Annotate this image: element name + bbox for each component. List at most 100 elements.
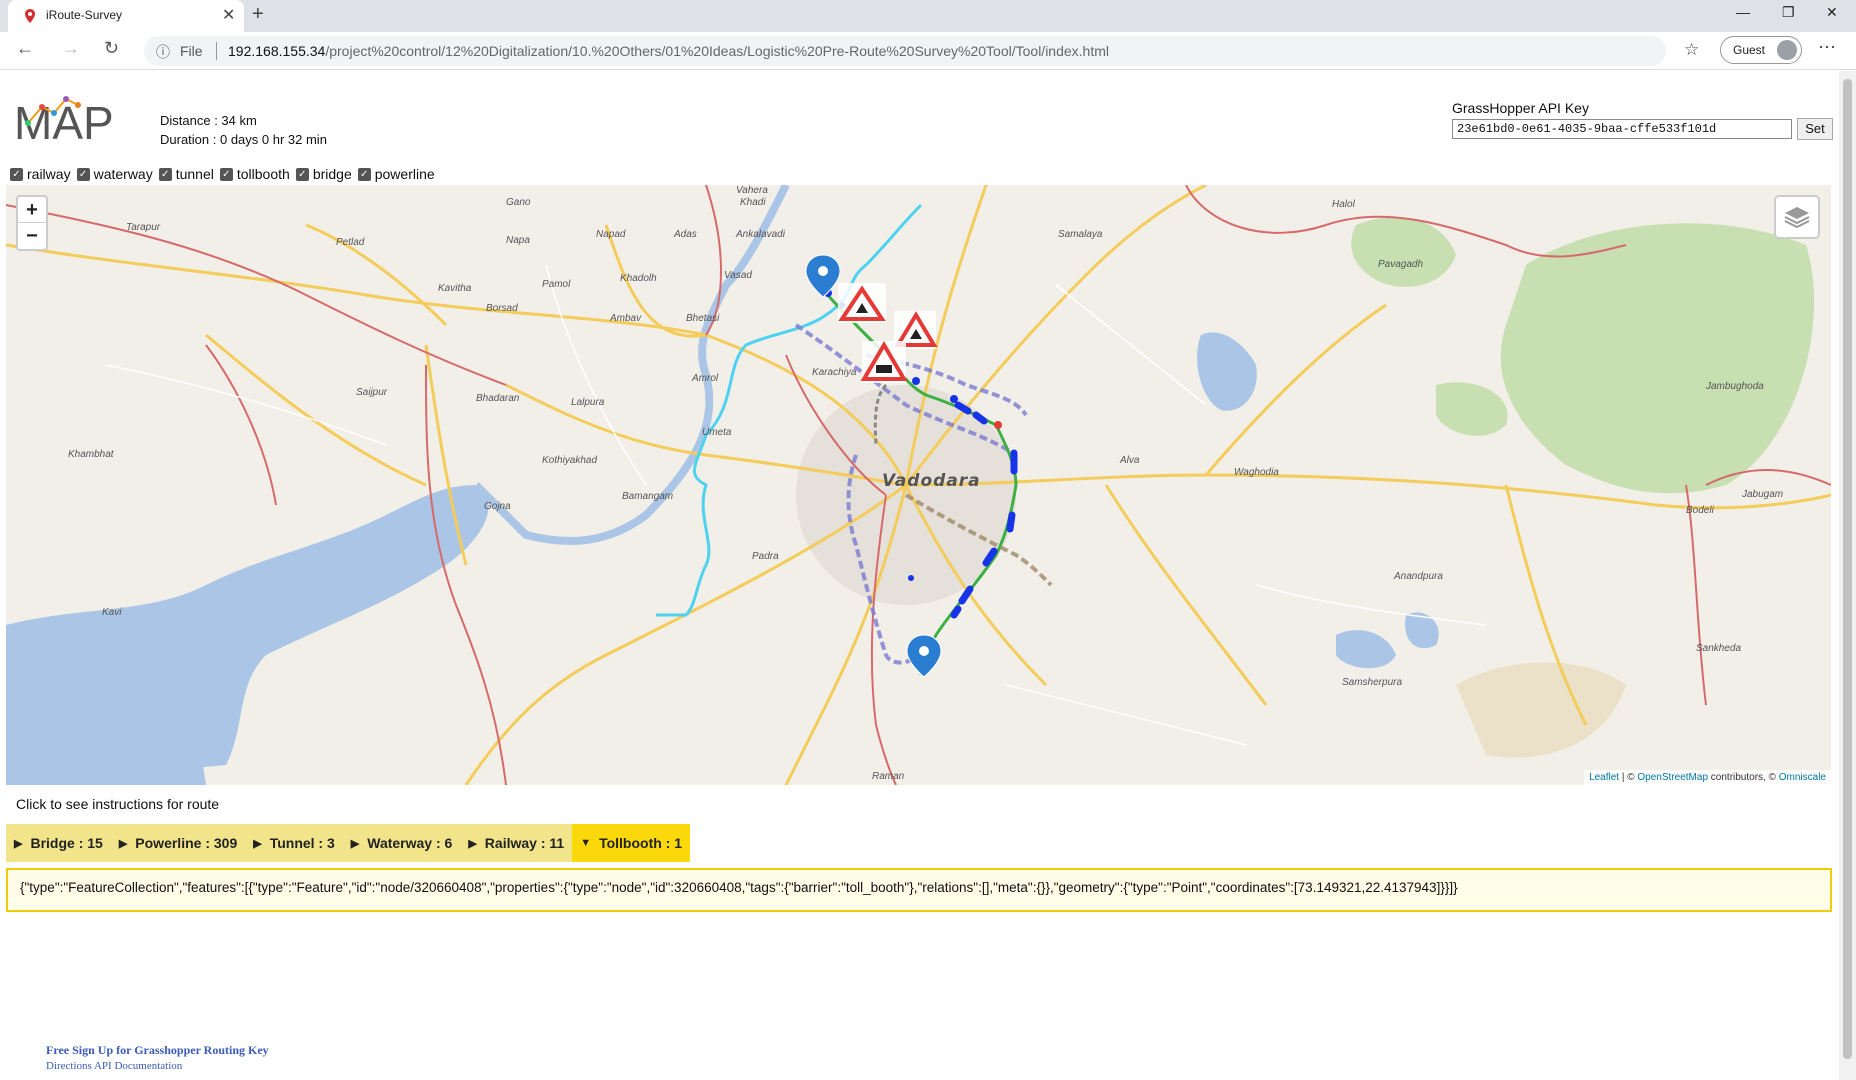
- layer-bridge[interactable]: ✓ bridge: [295, 166, 352, 182]
- url-path: /project%20control/12%20Digitalization/1…: [325, 43, 1109, 59]
- checkbox-checked-icon[interactable]: ✓: [357, 167, 371, 181]
- reload-icon[interactable]: ↻: [104, 38, 119, 59]
- attribution-sep: | ©: [1619, 772, 1638, 783]
- tab-railway[interactable]: ▶ Railway : 11: [460, 824, 572, 862]
- map-attribution: Leaflet | © OpenStreetMap contributors, …: [1584, 770, 1831, 785]
- map-pin-favicon-icon: [25, 9, 35, 23]
- place-label: Khadolh: [620, 273, 657, 284]
- place-label: Samalaya: [1058, 229, 1103, 240]
- tab-label: Railway : 11: [484, 835, 565, 851]
- signup-link[interactable]: Free Sign Up for Grasshopper Routing Key: [46, 1043, 269, 1058]
- bookmark-star-icon[interactable]: ☆: [1684, 40, 1699, 60]
- tab-powerline[interactable]: ▶ Powerline : 309: [111, 824, 245, 862]
- place-label: Khadi: [740, 197, 766, 208]
- tab-waterway[interactable]: ▶ Waterway : 6: [343, 824, 461, 862]
- close-tab-icon[interactable]: ✕: [222, 5, 235, 25]
- omnibox-divider: [216, 42, 217, 60]
- close-window-icon[interactable]: ✕: [1826, 4, 1838, 21]
- tab-tollbooth[interactable]: ▼ Tollbooth : 1: [572, 824, 691, 862]
- info-icon[interactable]: ⓘ: [156, 42, 170, 62]
- checkbox-checked-icon[interactable]: ✓: [219, 167, 233, 181]
- layer-tollbooth[interactable]: ✓ tollbooth: [219, 166, 290, 182]
- checkbox-checked-icon[interactable]: ✓: [158, 167, 172, 181]
- route-stats: Distance : 34 km Duration : 0 days 0 hr …: [160, 111, 327, 149]
- place-label: Vasad: [724, 270, 752, 281]
- duration-text: Duration : 0 days 0 hr 32 min: [160, 132, 327, 147]
- scheme-label: File: [180, 43, 203, 59]
- new-tab-icon[interactable]: +: [252, 3, 264, 26]
- omniscale-link[interactable]: Omniscale: [1779, 772, 1826, 783]
- place-label: Karachiya: [812, 367, 857, 378]
- back-icon[interactable]: ←: [16, 38, 34, 59]
- tab-label: Tunnel : 3: [269, 835, 335, 851]
- zoom-out-button[interactable]: −: [18, 223, 46, 249]
- place-label: Jambughoda: [1705, 381, 1764, 392]
- restore-icon[interactable]: ❐: [1782, 4, 1795, 21]
- checkbox-checked-icon[interactable]: ✓: [76, 167, 90, 181]
- menu-icon[interactable]: ⋯: [1818, 37, 1836, 58]
- city-label: Vadodara: [882, 471, 981, 491]
- api-key-label: GrassHopper API Key: [1452, 100, 1589, 116]
- osm-link[interactable]: OpenStreetMap: [1637, 772, 1708, 783]
- place-label: Sankheda: [1696, 643, 1741, 654]
- set-api-key-button[interactable]: Set: [1797, 118, 1833, 140]
- address-bar[interactable]: ⓘ File 192.168.155.34/project%20control/…: [144, 36, 1666, 66]
- place-label: Tarapur: [126, 222, 161, 233]
- place-label: Napa: [506, 235, 530, 246]
- browser-tab[interactable]: iRoute-Survey ✕: [8, 0, 244, 32]
- tab-label: Bridge : 15: [30, 835, 103, 851]
- tab-bridge[interactable]: ▶ Bridge : 15: [6, 824, 111, 862]
- place-label: Kothiyakhad: [542, 455, 597, 466]
- layer-label: powerline: [374, 166, 435, 182]
- browser-tab-strip: iRoute-Survey ✕ + — ❐ ✕: [0, 0, 1856, 32]
- place-label: Kavi: [102, 607, 122, 618]
- collapsed-arrow-icon: ▶: [468, 837, 477, 850]
- zoom-in-button[interactable]: +: [18, 197, 46, 223]
- page-scrollbar[interactable]: [1839, 71, 1856, 1080]
- place-label: Petlad: [336, 237, 365, 248]
- tab-tunnel[interactable]: ▶ Tunnel : 3: [245, 824, 343, 862]
- route-instructions-link[interactable]: Click to see instructions for route: [16, 796, 219, 812]
- attribution-text: contributors, ©: [1708, 772, 1779, 783]
- place-label: Gojna: [484, 501, 511, 512]
- place-label: Raman: [872, 771, 905, 782]
- browser-toolbar: ← → ↻ ⓘ File 192.168.155.34/project%20co…: [0, 32, 1856, 70]
- api-docs-link[interactable]: Directions API Documentation: [46, 1060, 269, 1072]
- layer-filter-row: ✓ railway ✓ waterway ✓ tunnel ✓ tollbooth ✓ b…: [10, 166, 441, 182]
- layer-waterway[interactable]: ✓ waterway: [76, 166, 153, 182]
- warning-sign-icon: [860, 341, 908, 383]
- minimize-icon[interactable]: —: [1736, 4, 1750, 20]
- scrollbar-thumb[interactable]: [1843, 79, 1852, 1059]
- layer-label: waterway: [93, 166, 153, 182]
- checkbox-checked-icon[interactable]: ✓: [10, 167, 23, 181]
- footer-links: Free Sign Up for Grasshopper Routing Key…: [46, 1043, 269, 1072]
- collapsed-arrow-icon: ▶: [253, 837, 262, 850]
- forward-icon[interactable]: →: [62, 38, 80, 59]
- place-label: Padra: [752, 551, 779, 562]
- checkbox-checked-icon[interactable]: ✓: [295, 167, 309, 181]
- tab-label: Waterway : 6: [367, 835, 453, 851]
- profile-button[interactable]: Guest: [1720, 36, 1802, 64]
- place-label: Waghodia: [1234, 467, 1279, 478]
- place-label: Bamangam: [622, 491, 673, 502]
- place-label: Napad: [596, 229, 626, 240]
- place-label: Pavagadh: [1378, 259, 1423, 270]
- map-canvas[interactable]: Tarapur Petlad Gano Napa Napad Adas Anka…: [6, 185, 1831, 785]
- tab-title: iRoute-Survey: [46, 8, 123, 22]
- layers-control-button[interactable]: [1774, 195, 1820, 239]
- layer-tunnel[interactable]: ✓ tunnel: [158, 166, 214, 182]
- distance-text: Distance : 34 km: [160, 113, 257, 128]
- api-key-input[interactable]: [1452, 119, 1792, 139]
- expanded-arrow-icon: ▼: [580, 837, 592, 849]
- leaflet-link[interactable]: Leaflet: [1589, 772, 1619, 783]
- collapsed-arrow-icon: ▶: [118, 837, 128, 850]
- layer-powerline[interactable]: ✓ powerline: [357, 166, 435, 182]
- place-label: Saijpur: [356, 387, 388, 398]
- layer-label: railway: [27, 166, 71, 182]
- end-marker-icon: [906, 634, 942, 678]
- start-marker-icon: [805, 254, 841, 298]
- place-label: Vahera: [736, 185, 768, 196]
- layer-railway[interactable]: ✓ railway: [10, 166, 71, 182]
- page: MAP Distance : 34 km Duration : 0 days 0…: [0, 71, 1838, 1080]
- url-text: 192.168.155.34/project%20control/12%20Di…: [228, 43, 1109, 59]
